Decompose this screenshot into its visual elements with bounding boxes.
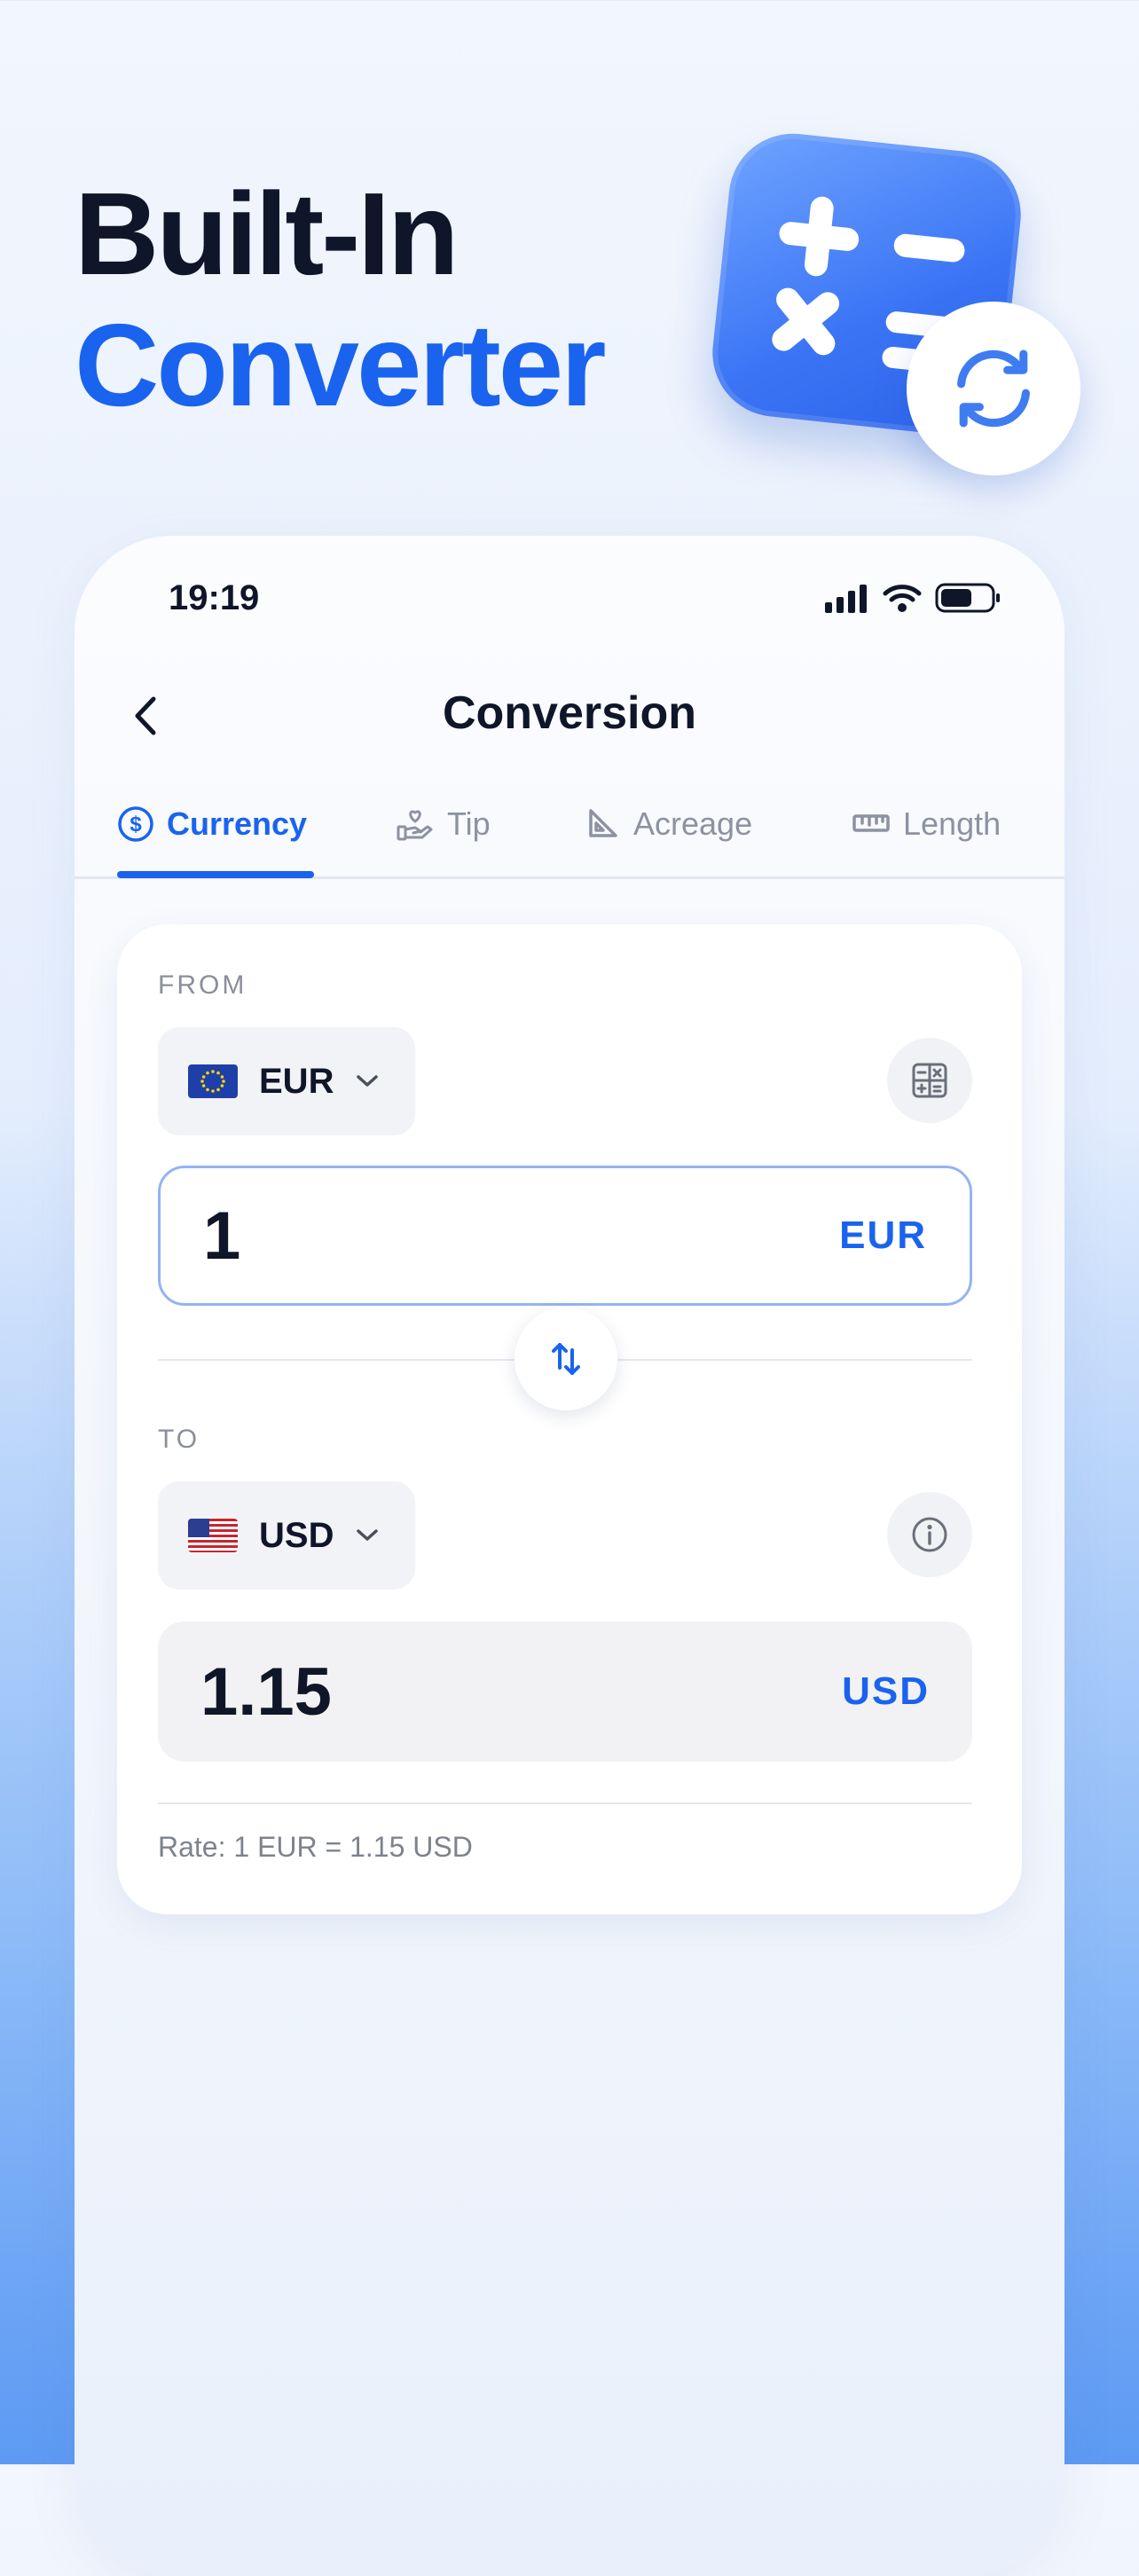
wifi-icon — [883, 585, 922, 612]
tab-length[interactable]: Length — [852, 793, 1001, 889]
to-currency-code: USD — [259, 1515, 334, 1555]
tab-currency-label: Currency — [167, 805, 308, 842]
from-label: FROM — [158, 970, 247, 1000]
page-title: Conversion — [442, 687, 697, 739]
tab-acreage-label: Acreage — [633, 805, 753, 842]
to-amount-value: 1.15 — [200, 1653, 332, 1730]
from-amount-value: 1 — [203, 1198, 241, 1274]
signal-icon — [825, 585, 867, 613]
svg-text:$: $ — [130, 813, 142, 836]
from-amount-unit: EUR — [839, 1213, 927, 1257]
calculator-app-icon — [706, 127, 1080, 475]
active-tab-indicator — [117, 871, 314, 878]
info-icon — [912, 1517, 947, 1552]
ruler-icon — [852, 814, 890, 832]
status-icons — [825, 582, 1002, 614]
chevron-down-icon — [357, 1075, 379, 1087]
background-glow-left — [0, 1109, 75, 2464]
to-currency-select[interactable]: USD — [158, 1481, 416, 1590]
calculator-button[interactable] — [887, 1038, 972, 1123]
swap-button[interactable] — [515, 1308, 617, 1410]
from-currency-code: EUR — [259, 1061, 334, 1101]
sync-badge — [907, 302, 1080, 475]
tab-tip[interactable]: Tip — [396, 793, 491, 889]
us-flag-icon — [188, 1519, 238, 1552]
from-amount-input[interactable]: 1 EUR — [158, 1166, 972, 1306]
chevron-down-icon — [357, 1529, 379, 1541]
tab-length-label: Length — [903, 805, 1002, 842]
hand-heart-icon — [397, 810, 433, 841]
hero-title: Built-In Converter — [75, 169, 607, 431]
phone-screen: 19:19 Conversion $ Currency Tip Acreage … — [75, 536, 1064, 2576]
battery-icon — [935, 583, 1000, 613]
rate-divider — [158, 1802, 972, 1804]
swap-arrows-icon — [552, 1343, 580, 1375]
dollar-circle-icon: $ — [118, 806, 153, 842]
tab-tip-label: Tip — [447, 805, 491, 842]
from-currency-select[interactable]: EUR — [158, 1027, 416, 1135]
eu-flag-icon — [188, 1064, 238, 1098]
to-label: TO — [158, 1425, 200, 1454]
calculator-icon — [912, 1063, 947, 1098]
hero-title-line1: Built-In — [75, 169, 460, 299]
converter-tabs: $ Currency Tip Acreage Length — [75, 793, 1064, 879]
to-amount-output: 1.15 USD — [158, 1622, 972, 1762]
info-button[interactable] — [887, 1492, 972, 1577]
converter-card: FROM EUR 1 EUR TO USD 1.15 USD Rate: 1 E… — [117, 924, 1022, 1914]
hero-title-line2: Converter — [75, 300, 607, 430]
status-time: 19:19 — [169, 578, 260, 617]
sync-icon — [957, 349, 1030, 428]
tab-acreage[interactable]: Acreage — [585, 793, 752, 889]
to-amount-unit: USD — [842, 1669, 930, 1713]
exchange-rate-text: Rate: 1 EUR = 1.15 USD — [158, 1831, 473, 1863]
set-square-icon — [589, 809, 617, 837]
background-glow-right — [1064, 1109, 1139, 2464]
